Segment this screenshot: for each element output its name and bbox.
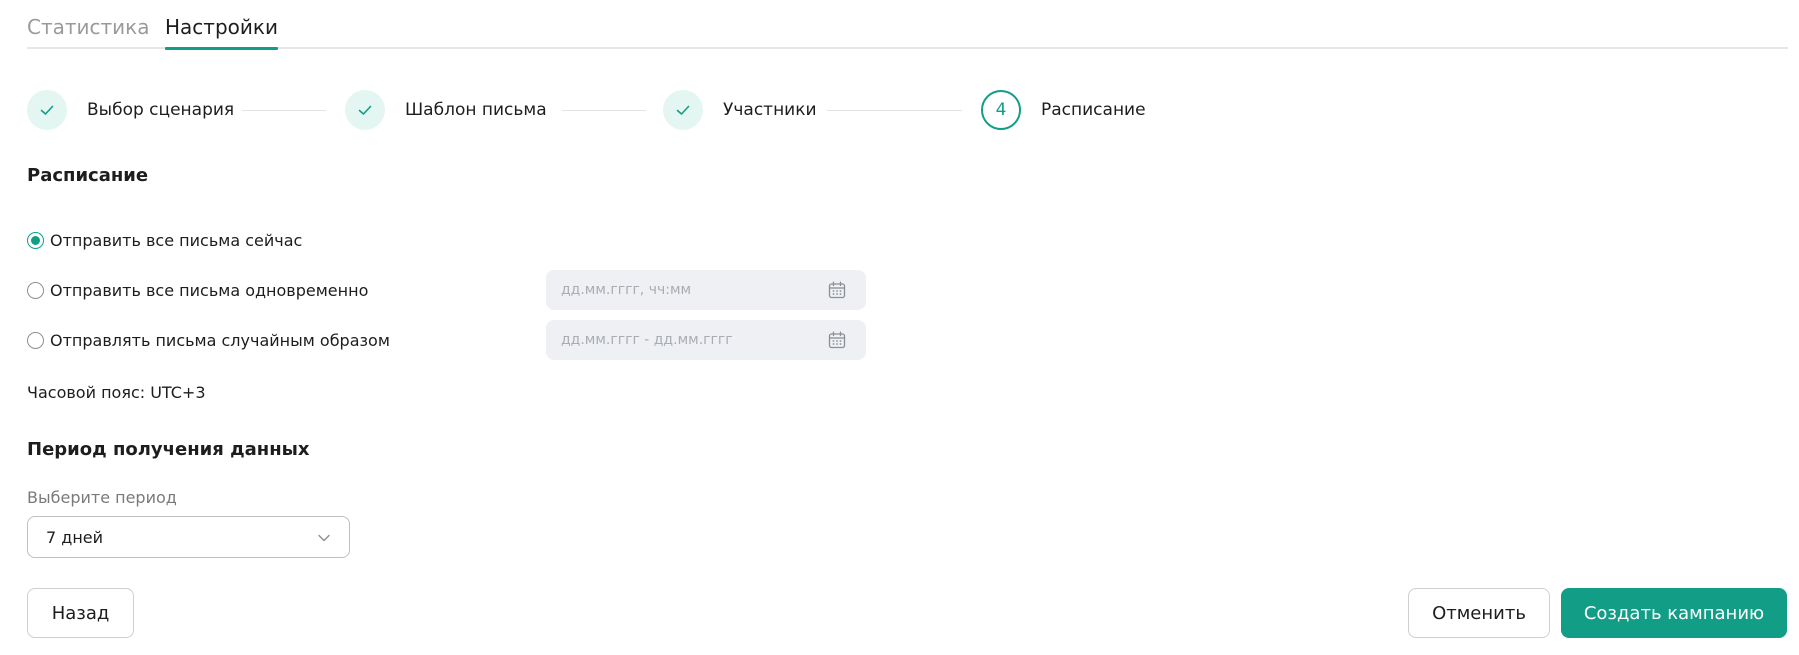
tab-bar: Статистика Настройки [27, 0, 1788, 50]
date-range-input[interactable] [561, 332, 811, 348]
step-number-indicator: 4 [981, 90, 1021, 130]
step-done-indicator [345, 90, 385, 130]
datetime-input[interactable] [561, 282, 811, 298]
active-tab-indicator [165, 47, 278, 50]
radio-button-checked[interactable] [27, 231, 44, 249]
radio-button[interactable] [27, 331, 44, 349]
step-template[interactable]: Шаблон письма [345, 90, 547, 130]
period-title: Период получения данных [27, 439, 310, 460]
tab-settings-label: Настройки [165, 15, 278, 39]
step-label: Участники [723, 100, 817, 120]
calendar-icon[interactable] [828, 281, 846, 299]
cancel-button-label: Отменить [1432, 602, 1526, 624]
step-number: 4 [995, 100, 1007, 120]
check-icon [676, 105, 690, 115]
period-select[interactable]: 7 дней [27, 516, 350, 558]
radio-dot [31, 235, 40, 245]
step-label: Расписание [1041, 100, 1146, 120]
tab-statistics-label: Статистика [27, 15, 150, 39]
create-campaign-button[interactable]: Создать кампанию [1561, 588, 1787, 638]
create-campaign-button-label: Создать кампанию [1583, 602, 1765, 624]
radio-button[interactable] [27, 281, 44, 299]
step-label: Выбор сценария [87, 100, 235, 120]
back-button-label: Назад [51, 602, 110, 624]
step-label: Шаблон письма [405, 100, 547, 120]
tab-statistics[interactable]: Статистика [27, 14, 150, 40]
period-select-value: 7 дней [46, 527, 104, 547]
radio-send-random[interactable]: Отправлять письма случайным образом [27, 328, 390, 352]
period-field-label: Выберите период [27, 488, 177, 507]
timezone-text: Часовой пояс: UTC+3 [27, 383, 206, 402]
radio-send-now[interactable]: Отправить все письма сейчас [27, 228, 302, 252]
chevron-down-icon [318, 534, 330, 542]
step-schedule[interactable]: 4 Расписание [981, 90, 1146, 130]
date-range-field[interactable] [546, 320, 866, 360]
calendar-icon[interactable] [828, 331, 846, 349]
cancel-button[interactable]: Отменить [1408, 588, 1550, 638]
step-participants[interactable]: Участники [663, 90, 817, 130]
radio-label: Отправить все письма сейчас [50, 230, 303, 250]
step-done-indicator [663, 90, 703, 130]
tab-settings[interactable]: Настройки [165, 14, 278, 50]
campaign-settings-page: Статистика Настройки Выбор сценария Шабл… [0, 0, 1799, 655]
check-icon [40, 105, 54, 115]
wizard-stepper: Выбор сценария Шаблон письма Участники 4 [27, 90, 1227, 130]
step-connector [242, 110, 326, 111]
schedule-title: Расписание [27, 165, 149, 186]
datetime-field[interactable] [546, 270, 866, 310]
radio-label: Отправить все письма одновременно [50, 280, 369, 300]
step-connector [827, 110, 962, 111]
step-done-indicator [27, 90, 67, 130]
check-icon [358, 105, 372, 115]
step-scenario[interactable]: Выбор сценария [27, 90, 234, 130]
back-button[interactable]: Назад [27, 588, 134, 638]
radio-label: Отправлять письма случайным образом [50, 330, 390, 350]
radio-send-simultaneously[interactable]: Отправить все письма одновременно [27, 278, 368, 302]
step-connector [562, 110, 646, 111]
